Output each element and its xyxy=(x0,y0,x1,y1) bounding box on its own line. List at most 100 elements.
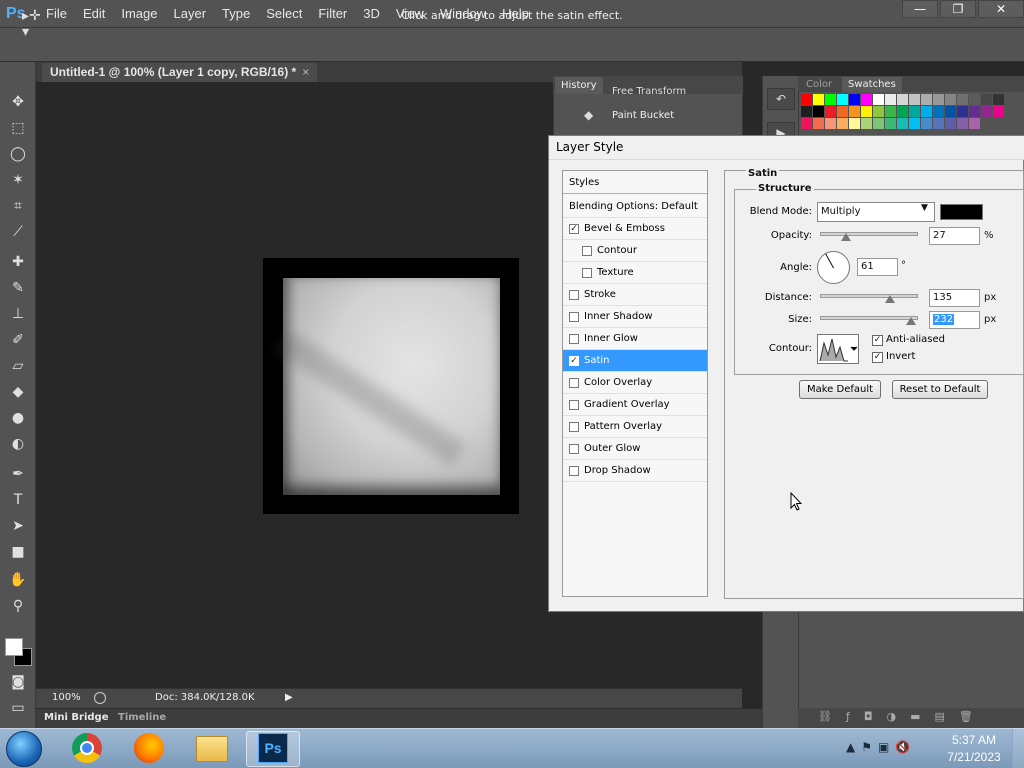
path-selection-tool-icon[interactable]: ➤ xyxy=(8,516,28,536)
size-slider-knob[interactable] xyxy=(906,317,916,325)
swatch[interactable] xyxy=(801,118,812,129)
swatch[interactable] xyxy=(837,94,848,105)
swatch[interactable] xyxy=(885,94,896,105)
swatch[interactable] xyxy=(957,106,968,117)
style-row-inner-glow[interactable]: Inner Glow xyxy=(563,328,707,350)
style-row-color-overlay[interactable]: Color Overlay xyxy=(563,372,707,394)
swatch[interactable] xyxy=(813,94,824,105)
rectangle-tool-icon[interactable]: ■ xyxy=(8,542,28,562)
marquee-tool-icon[interactable]: ⬚ xyxy=(8,118,28,138)
swatch[interactable] xyxy=(933,94,944,105)
swatch[interactable] xyxy=(849,94,860,105)
swatch[interactable] xyxy=(861,94,872,105)
style-row-satin[interactable]: ✓ Satin xyxy=(563,350,707,372)
style-checkbox[interactable] xyxy=(569,378,579,388)
swatch[interactable] xyxy=(897,106,908,117)
swatch[interactable] xyxy=(945,94,956,105)
swatch[interactable] xyxy=(849,106,860,117)
tab-mini-bridge[interactable]: Mini Bridge xyxy=(44,710,109,726)
tab-color[interactable]: Color xyxy=(802,77,836,92)
swatch[interactable] xyxy=(825,106,836,117)
opacity-slider-knob[interactable] xyxy=(841,233,851,241)
swatch[interactable] xyxy=(861,118,872,129)
style-row-drop-shadow[interactable]: Drop Shadow xyxy=(563,460,707,482)
swatch[interactable] xyxy=(945,118,956,129)
swatch[interactable] xyxy=(981,106,992,117)
swatch[interactable] xyxy=(801,106,812,117)
style-row-outer-glow[interactable]: Outer Glow xyxy=(563,438,707,460)
swatch[interactable] xyxy=(921,106,932,117)
swatch[interactable] xyxy=(897,118,908,129)
healing-brush-tool-icon[interactable]: ✚ xyxy=(8,252,28,272)
style-checkbox[interactable] xyxy=(569,334,579,344)
swatch[interactable] xyxy=(993,94,1004,105)
swatch[interactable] xyxy=(993,106,1004,117)
swatch[interactable] xyxy=(957,118,968,129)
swatch[interactable] xyxy=(909,106,920,117)
style-checkbox[interactable] xyxy=(569,312,579,322)
system-tray-icons[interactable]: ▲⚑▣🔇 xyxy=(846,740,916,754)
blend-mode-select[interactable]: Multiply xyxy=(817,202,935,222)
swatch[interactable] xyxy=(873,106,884,117)
size-input[interactable]: 232 xyxy=(929,311,980,329)
style-checkbox[interactable]: ✓ xyxy=(569,356,579,366)
styles-header[interactable]: Styles xyxy=(563,172,707,194)
swatch[interactable] xyxy=(969,118,980,129)
swatch[interactable] xyxy=(837,106,848,117)
status-menu-arrow-icon[interactable]: ▶ xyxy=(285,692,293,703)
pen-tool-icon[interactable]: ✒ xyxy=(8,464,28,484)
swatch[interactable] xyxy=(801,94,812,105)
opacity-input[interactable]: 27 xyxy=(929,227,980,245)
chevron-down-icon[interactable]: ▼ xyxy=(921,203,928,213)
distance-slider[interactable] xyxy=(820,294,918,298)
zoom-level[interactable]: 100% xyxy=(52,690,81,706)
status-info-icon[interactable] xyxy=(94,692,106,704)
swatch[interactable] xyxy=(897,94,908,105)
style-row-texture[interactable]: Texture xyxy=(563,262,707,284)
swatch[interactable] xyxy=(957,94,968,105)
clock-date[interactable]: 7/21/2023 xyxy=(944,750,1004,764)
swatch[interactable] xyxy=(873,118,884,129)
close-document-icon[interactable]: × xyxy=(302,65,309,79)
swatch[interactable] xyxy=(945,106,956,117)
swatch[interactable] xyxy=(837,118,848,129)
swatch[interactable] xyxy=(981,94,992,105)
style-checkbox[interactable] xyxy=(569,400,579,410)
crop-tool-icon[interactable]: ⌗ xyxy=(8,196,28,216)
swatch[interactable] xyxy=(969,106,980,117)
layers-footer-icons[interactable]: ⛓ƒ◘◑▬▤🗑 xyxy=(818,710,987,723)
distance-slider-knob[interactable] xyxy=(885,295,895,303)
size-slider[interactable] xyxy=(820,316,918,320)
brush-tool-icon[interactable]: ✎ xyxy=(8,278,28,298)
swatch[interactable] xyxy=(849,118,860,129)
swatch[interactable] xyxy=(921,94,932,105)
style-checkbox[interactable] xyxy=(569,290,579,300)
reset-to-default-button[interactable]: Reset to Default xyxy=(892,380,988,399)
swatch[interactable] xyxy=(813,118,824,129)
opacity-slider[interactable] xyxy=(820,232,918,236)
style-checkbox[interactable] xyxy=(569,444,579,454)
screen-mode-icon[interactable]: ▭ xyxy=(8,698,28,718)
swatch[interactable] xyxy=(909,94,920,105)
make-default-button[interactable]: Make Default xyxy=(799,380,881,399)
history-item-previous[interactable]: Free Transform xyxy=(562,86,742,100)
swatch[interactable] xyxy=(933,118,944,129)
style-checkbox[interactable]: ✓ xyxy=(569,224,579,234)
swatch[interactable] xyxy=(873,94,884,105)
magic-wand-tool-icon[interactable]: ✶ xyxy=(8,170,28,190)
history-brush-tool-icon[interactable]: ✐ xyxy=(8,330,28,350)
style-checkbox[interactable] xyxy=(582,268,592,278)
eyedropper-tool-icon[interactable]: ⟋ xyxy=(8,222,28,242)
document-tab[interactable]: Untitled-1 @ 100% (Layer 1 copy, RGB/16)… xyxy=(42,63,318,82)
lasso-tool-icon[interactable]: ◯ xyxy=(8,144,28,164)
blur-tool-icon[interactable]: ● xyxy=(8,408,28,428)
satin-color-swatch[interactable] xyxy=(940,204,983,220)
swatch[interactable] xyxy=(861,106,872,117)
hand-tool-icon[interactable]: ✋ xyxy=(8,570,28,590)
swatch[interactable] xyxy=(885,118,896,129)
dodge-tool-icon[interactable]: ◐ xyxy=(8,434,28,454)
type-tool-icon[interactable]: T xyxy=(8,490,28,510)
style-row-gradient-overlay[interactable]: Gradient Overlay xyxy=(563,394,707,416)
angle-input[interactable]: 61 xyxy=(857,258,898,276)
style-row-contour[interactable]: Contour xyxy=(563,240,707,262)
